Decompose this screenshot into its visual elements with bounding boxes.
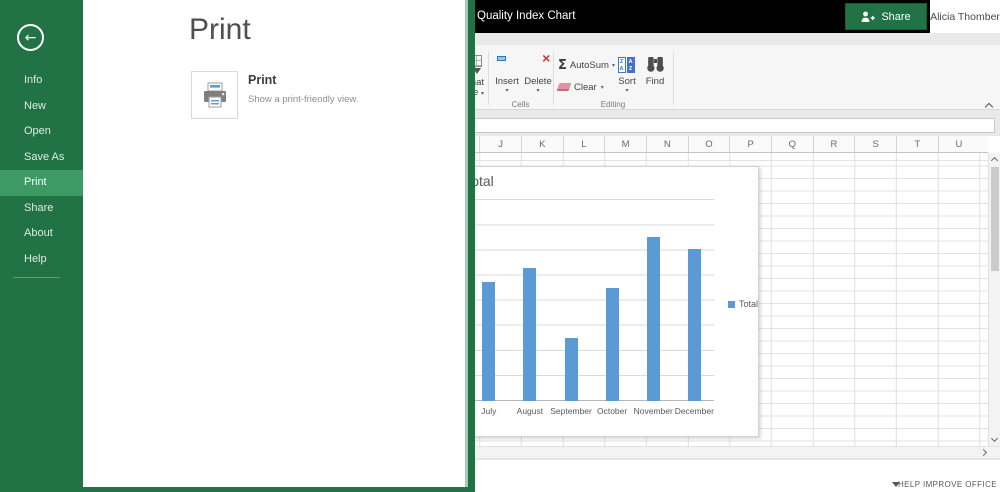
print-option-description: Show a print-friendly view. (248, 94, 359, 105)
vertical-scrollbar[interactable] (988, 153, 1000, 446)
autosum-button-label: AutoSum (569, 59, 609, 71)
bar-july (482, 281, 496, 401)
column-header-R[interactable]: R (812, 136, 855, 152)
column-header-P[interactable]: P (729, 136, 771, 152)
column-header-U[interactable]: U (937, 136, 980, 152)
column-headers: JKLMNOPQRSTU (471, 136, 988, 153)
clear-button-label: Clear (574, 81, 597, 93)
sigma-icon: Σ (558, 57, 567, 73)
excel-online-screen: Quality Index Chart Share Alicia Thomber… (0, 0, 1000, 492)
x-axis-label-december: December (674, 406, 714, 416)
menu-divider (13, 277, 60, 278)
legend-series-label: Total (739, 299, 759, 309)
dropdown-caret-icon: ▾ (600, 85, 604, 91)
horizontal-scrollbar[interactable] (471, 446, 1000, 459)
backstage-view: Print Print Show a print-friendly view. … (0, 0, 475, 492)
column-header-O[interactable]: O (687, 136, 730, 152)
printer-icon (203, 82, 226, 107)
insert-button-label: Insert (495, 76, 519, 87)
user-name[interactable]: Alicia Thomber (930, 0, 1000, 33)
backstage-menu-item-save-as[interactable]: Save As (0, 145, 83, 171)
chart-legend: Total (728, 299, 758, 309)
print-option-title: Print (248, 73, 277, 87)
share-button[interactable]: Share (845, 3, 927, 30)
vertical-scroll-thumb[interactable] (991, 167, 999, 271)
share-button-label: Share (881, 10, 911, 23)
backstage-menu-item-print[interactable]: Print (0, 170, 83, 196)
column-header-S[interactable]: S (854, 136, 896, 152)
column-header-K[interactable]: K (520, 136, 563, 152)
delete-cells-icon: × (528, 50, 550, 221)
column-header-J[interactable]: J (479, 136, 521, 152)
column-header-L[interactable]: L (562, 136, 605, 152)
backstage-content-panel: Print Print Show a print-friendly view. (83, 0, 468, 487)
bar-december (687, 249, 701, 401)
column-header-T[interactable]: T (896, 136, 938, 152)
backstage-menu-item-about[interactable]: About (0, 221, 83, 247)
backstage-menu-item-info[interactable]: Info (0, 68, 83, 94)
group-separator (553, 52, 554, 105)
bar-august (523, 267, 537, 401)
bar-september (564, 338, 578, 401)
editing-group-label: Editing (600, 100, 626, 109)
column-header-N[interactable]: N (645, 136, 688, 152)
formula-bar-input[interactable] (471, 118, 995, 133)
group-separator (488, 52, 489, 105)
eraser-icon (556, 83, 572, 91)
binoculars-icon (646, 57, 664, 72)
column-header-Q[interactable]: Q (770, 136, 813, 152)
sort-button-label: Sort (618, 76, 636, 87)
backstage-menu-item-help[interactable]: Help (0, 247, 83, 273)
cells-group-label: Cells (511, 100, 530, 109)
document-title: Quality Index Chart (477, 10, 576, 22)
sort-az-icon: ZAAZ (617, 57, 637, 74)
autosum-button[interactable]: Σ AutoSum ▾ (558, 57, 615, 73)
page-title: Print (189, 13, 251, 46)
print-action-button[interactable] (191, 71, 238, 119)
back-arrow-icon: ← (24, 29, 37, 46)
backstage-menu: Info New Open Save As Print Share About Help (0, 68, 83, 272)
column-header-M[interactable]: M (604, 136, 646, 152)
help-improve-office-link[interactable]: HELP IMPROVE OFFICE (898, 480, 997, 489)
bar-october (605, 288, 619, 401)
legend-swatch-icon (728, 300, 735, 308)
backstage-menu-item-new[interactable]: New (0, 94, 83, 120)
insert-cells-icon (497, 56, 517, 221)
find-button-label: Find (645, 76, 665, 87)
group-separator (673, 52, 674, 105)
dropdown-caret-icon: ▾ (480, 90, 484, 97)
clear-button[interactable]: Clear ▾ (556, 80, 604, 94)
backstage-menu-item-open[interactable]: Open (0, 119, 83, 145)
backstage-menu-item-share[interactable]: Share (0, 196, 83, 222)
dropdown-caret-icon: ▾ (536, 88, 540, 94)
share-person-icon (861, 11, 876, 22)
delete-button-label: Delete (524, 76, 552, 87)
bar-november (646, 236, 660, 401)
scroll-up-icon[interactable] (990, 156, 999, 165)
scroll-right-icon[interactable] (979, 448, 988, 457)
scroll-down-icon[interactable] (990, 434, 999, 443)
back-button[interactable]: ← (17, 24, 44, 51)
dropdown-caret-icon: ▾ (505, 88, 509, 94)
dropdown-caret-icon: ▾ (625, 88, 629, 94)
